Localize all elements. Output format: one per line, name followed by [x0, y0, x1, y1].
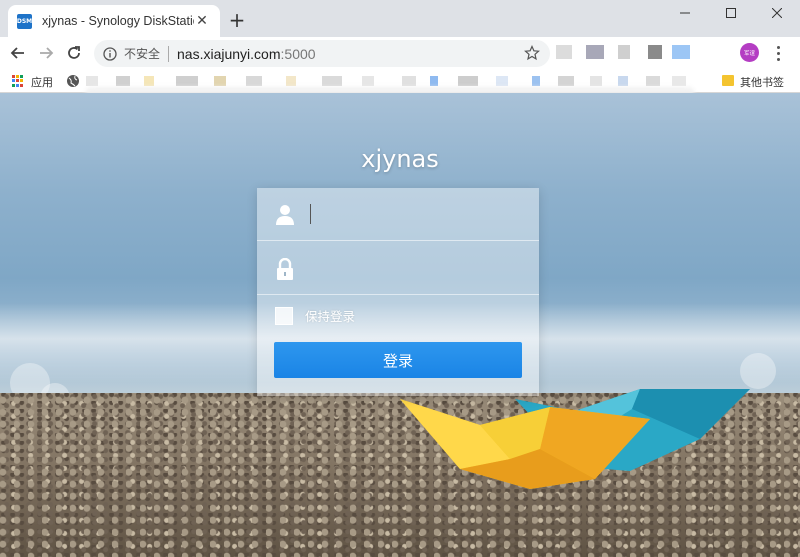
apps-bookmark[interactable]: 应用	[31, 74, 53, 90]
bokeh-light	[740, 353, 776, 389]
maximize-icon	[726, 8, 736, 18]
forward-arrow-icon	[40, 47, 54, 59]
other-bookmarks[interactable]: 其他书签	[740, 74, 784, 90]
info-icon[interactable]	[102, 46, 118, 62]
password-row	[257, 242, 539, 295]
new-tab-button[interactable]: +	[226, 8, 248, 32]
star-icon[interactable]	[524, 45, 540, 61]
minimize-icon	[680, 12, 690, 14]
url-port: :5000	[280, 45, 316, 62]
login-form: 保持登录 登录	[257, 188, 539, 396]
back-arrow-icon	[10, 47, 24, 59]
lock-icon	[277, 258, 293, 280]
omnibox-divider	[168, 45, 170, 62]
window-controls	[662, 0, 800, 26]
close-window-button[interactable]	[754, 0, 800, 26]
back-button[interactable]	[6, 41, 30, 65]
remember-me[interactable]: 保持登录	[275, 306, 355, 325]
globe-icon[interactable]	[66, 74, 80, 88]
profile-avatar[interactable]: 军谊	[740, 43, 759, 62]
paper-boats-image	[400, 389, 750, 489]
remember-me-label[interactable]: 保持登录	[305, 306, 355, 325]
browser-tab[interactable]: DSM xjynas - Synology DiskStation ✕	[8, 5, 220, 37]
tab-close-icon[interactable]: ✕	[194, 13, 210, 29]
extension-icons-obscured	[556, 43, 716, 63]
dsm-favicon-icon: DSM	[17, 13, 32, 29]
tab-strip: DSM xjynas - Synology DiskStation ✕ +	[0, 0, 800, 37]
login-button[interactable]: 登录	[274, 342, 522, 378]
folder-icon	[722, 75, 734, 86]
username-input[interactable]	[309, 201, 524, 229]
password-input[interactable]	[309, 255, 524, 283]
minimize-button[interactable]	[662, 0, 708, 26]
menu-icon[interactable]	[768, 41, 788, 65]
close-icon	[772, 8, 782, 18]
address-bar[interactable]: 不安全 nas.xiajunyi.com:5000	[94, 40, 550, 67]
apps-grid-icon[interactable]	[12, 75, 24, 87]
reload-button[interactable]	[62, 41, 86, 65]
server-name: xjynas	[361, 145, 439, 173]
security-status: 不安全	[124, 47, 161, 61]
url-host: nas.xiajunyi.com	[177, 45, 281, 62]
user-icon	[276, 205, 294, 225]
username-row	[257, 188, 539, 241]
remember-me-checkbox[interactable]	[275, 306, 293, 325]
browser-toolbar: 不安全 nas.xiajunyi.com:5000 军谊	[0, 37, 800, 69]
reload-icon	[68, 46, 80, 59]
tab-title: xjynas - Synology DiskStation	[42, 14, 194, 28]
maximize-button[interactable]	[708, 0, 754, 26]
dsm-login-page: xjynas 保持登录 登录	[0, 93, 800, 557]
forward-button[interactable]	[34, 41, 58, 65]
